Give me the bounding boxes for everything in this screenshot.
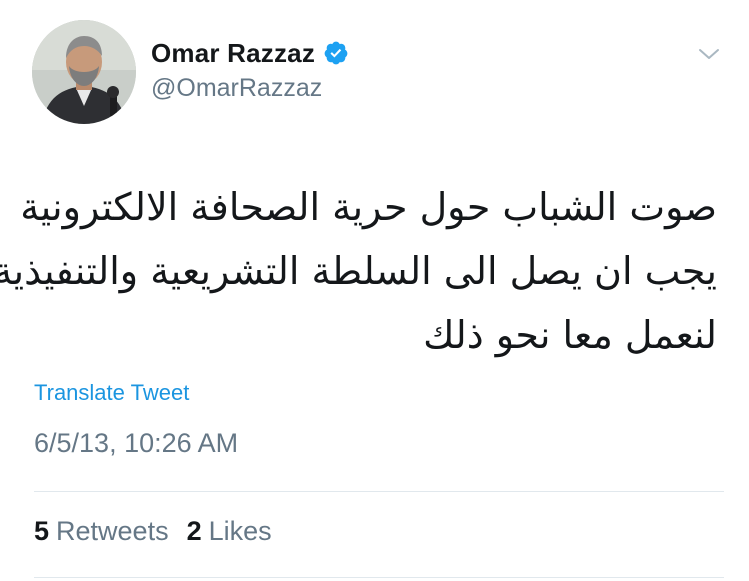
avatar[interactable] <box>32 20 136 124</box>
retweets-count: 5 <box>34 516 50 546</box>
author-name-row[interactable]: Omar Razzaz <box>151 36 349 70</box>
retweets-label: Retweets <box>56 516 169 546</box>
likes-stat[interactable]: 2 Likes <box>187 516 272 547</box>
divider <box>34 577 724 578</box>
tweet-text-line: لنعمل معا نحو ذلك <box>423 313 717 357</box>
tweet-stats: 5 Retweets 2 Likes <box>34 516 272 547</box>
likes-count: 2 <box>186 516 202 546</box>
tweet-timestamp[interactable]: 6/5/13, 10:26 AM <box>34 428 238 459</box>
tweet-text-line: صوت الشباب حول حرية الصحافة الالكترونية <box>20 185 717 229</box>
retweets-stat[interactable]: 5 Retweets <box>34 516 169 547</box>
translate-tweet-link[interactable]: Translate Tweet <box>34 380 189 406</box>
tweet-text: صوت الشباب حول حرية الصحافة الالكترونية … <box>0 175 717 367</box>
tweet-text-line: يجب ان يصل الى السلطة التشريعية والتنفيذ… <box>0 249 717 293</box>
divider <box>34 491 724 492</box>
tweet-card: Omar Razzaz @OmarRazzaz صوت الشباب حول ح… <box>0 0 749 581</box>
likes-label: Likes <box>208 516 272 546</box>
author-handle[interactable]: @OmarRazzaz <box>151 74 322 103</box>
chevron-down-icon[interactable] <box>697 42 721 66</box>
author-display-name[interactable]: Omar Razzaz <box>151 38 315 69</box>
verified-badge-icon <box>323 40 349 66</box>
